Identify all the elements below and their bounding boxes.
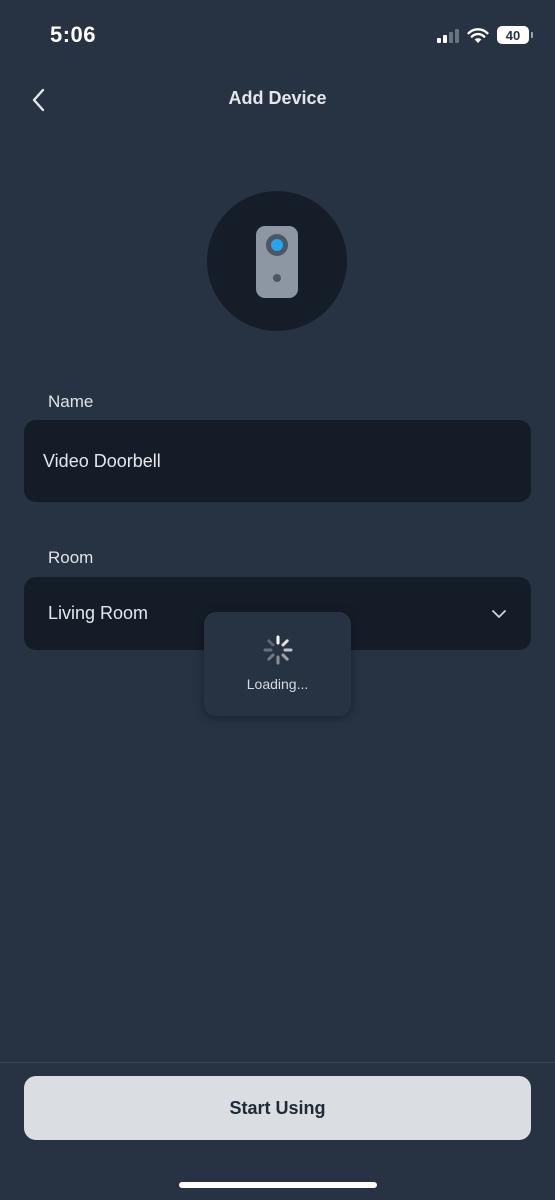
battery-icon: 40 (497, 26, 533, 44)
name-field[interactable] (24, 420, 531, 502)
battery-level: 40 (505, 27, 521, 43)
room-label: Room (48, 548, 94, 567)
status-icons: 40 (437, 24, 533, 46)
nav-bar: Add Device (0, 76, 555, 124)
wifi-icon (467, 27, 489, 43)
camera-ring (266, 234, 288, 256)
page-title: Add Device (228, 88, 327, 108)
status-time: 5:06 (50, 22, 97, 47)
room-value: Living Room (48, 603, 149, 623)
bottom-divider (0, 1062, 555, 1063)
video-doorbell-icon (256, 226, 298, 298)
loading-text: Loading... (246, 676, 309, 692)
doorbell-button-dot (273, 274, 281, 282)
start-using-button[interactable]: Start Using (24, 1076, 531, 1140)
home-indicator[interactable] (179, 1182, 377, 1188)
name-label: Name (48, 392, 94, 411)
cellular-signal-icon (437, 27, 459, 43)
name-input[interactable] (43, 450, 512, 472)
chevron-down-icon (492, 609, 506, 618)
loading-toast: Loading... (204, 612, 351, 716)
device-image (207, 191, 347, 331)
camera-lens (271, 239, 283, 251)
status-bar: 5:06 40 (0, 0, 555, 70)
spinner-icon (263, 635, 293, 665)
